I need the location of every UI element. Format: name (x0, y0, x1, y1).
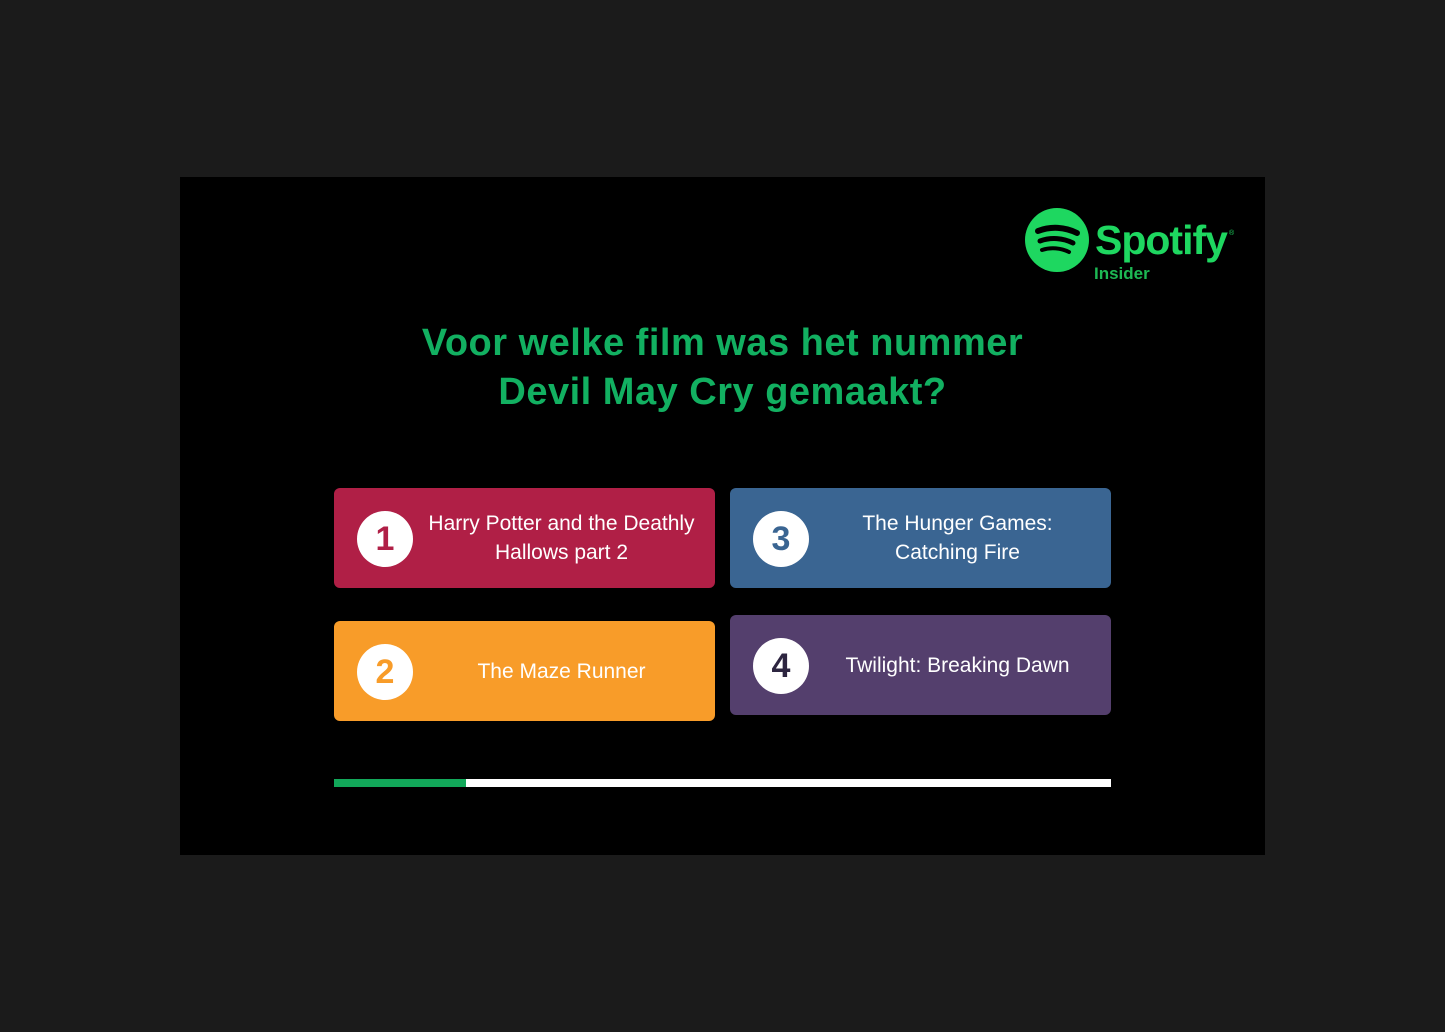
answer-label: The Hunger Games: Catching Fire (862, 512, 1053, 564)
question-line-1: Voor welke film was het nummer (421, 322, 1024, 364)
answer-number-badge: 3 (753, 511, 809, 567)
answer-button-1[interactable]: 1 Harry Potter and the Deathly Hallows p… (334, 488, 715, 588)
answer-button-4[interactable]: 4 Twilight: Breaking Dawn (730, 615, 1111, 715)
question-text: Voor welke film was het nummer Devil May… (280, 319, 1165, 417)
spotify-insider-logo: Spotify ® Insider (1025, 208, 1240, 288)
answer-number-badge: 2 (357, 644, 413, 700)
answer-button-2[interactable]: 2 The Maze Runner (334, 621, 715, 721)
logo-subtitle: Insider (1094, 264, 1150, 283)
timer-progress-fill (334, 779, 467, 787)
logo-wordmark: Spotify (1095, 217, 1228, 263)
quiz-stage: Spotify ® Insider Voor welke film was he… (180, 177, 1265, 855)
timer-progress-bar (334, 779, 1111, 787)
answer-button-3[interactable]: 3 The Hunger Games: Catching Fire (730, 488, 1111, 588)
spotify-logo-icon (1025, 208, 1089, 272)
registered-mark: ® (1229, 230, 1235, 237)
answer-label: The Maze Runner (477, 659, 646, 683)
answer-label: Harry Potter and the Deathly Hallows par… (428, 512, 695, 564)
question-line-2: Devil May Cry gemaakt? (498, 371, 947, 413)
answer-number-badge: 4 (753, 638, 809, 694)
answer-label: Twilight: Breaking Dawn (845, 653, 1070, 677)
answer-number-badge: 1 (357, 511, 413, 567)
